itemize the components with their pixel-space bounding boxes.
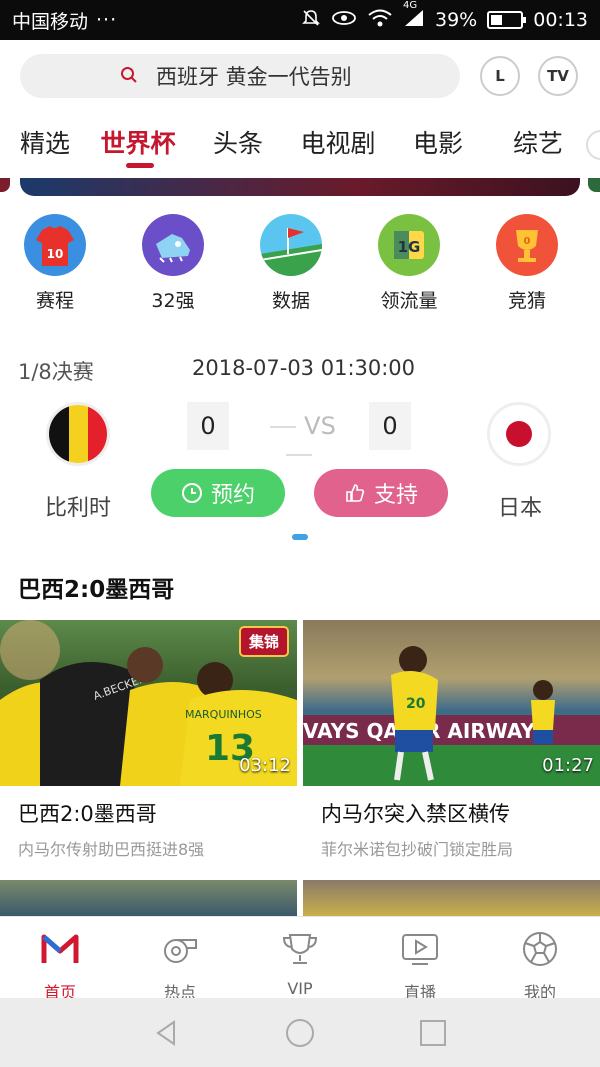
- wifi-icon: [367, 8, 393, 33]
- quick-link-guess[interactable]: 0 竞猜: [477, 214, 577, 313]
- japan-flag-icon: [487, 402, 551, 466]
- nav-vip[interactable]: VIP: [240, 917, 360, 998]
- match-card: 1/8决赛 2018-07-03 01:30:00 0 VS 0 比利时 预约 …: [0, 352, 600, 532]
- status-bar: 中国移动 ··· 4G 39% 00:13: [0, 0, 600, 40]
- tv-icon: TV: [547, 67, 569, 85]
- quick-link-label: 赛程: [35, 290, 74, 312]
- video-subtitle: 菲尔米诺包抄破门锁定胜局: [321, 840, 514, 859]
- tab-worldcup[interactable]: 世界杯: [88, 118, 188, 170]
- quick-link-schedule[interactable]: 10 赛程: [5, 214, 105, 313]
- football-icon: [523, 932, 557, 966]
- tab-variety[interactable]: 综艺: [488, 118, 588, 170]
- channel-tabs: 精选 世界杯 头条 电视剧 电影 综艺: [0, 118, 600, 170]
- history-button[interactable]: L: [480, 56, 520, 96]
- bottom-nav: 首页 热点 VIP 直播 我的: [0, 916, 600, 1002]
- home-circle-icon[interactable]: [285, 1018, 315, 1048]
- video-thumbnail: VAYS QATAR AIRWAYS 20 01:27: [303, 620, 600, 786]
- network-type: 4G: [403, 0, 418, 11]
- svg-text:1G: 1G: [398, 238, 421, 256]
- search-query: 西班牙 黄金一代告别: [156, 65, 352, 89]
- home-score: 0: [187, 402, 229, 450]
- search-icon: [121, 67, 137, 83]
- match-stage: 1/8决赛: [18, 360, 94, 384]
- video-subtitle: 内马尔传射助巴西挺进8强: [18, 840, 205, 859]
- svg-text:0: 0: [524, 236, 531, 247]
- video-duration: 03:12: [239, 755, 291, 776]
- belgium-flag-icon: [46, 402, 110, 466]
- highlight-badge: 集锦: [238, 626, 289, 657]
- battery-percent: 39%: [435, 9, 478, 31]
- video-card-peek[interactable]: [0, 880, 297, 916]
- mute-icon: [301, 8, 321, 33]
- whistle-icon: [164, 939, 197, 963]
- home-m-icon: [41, 934, 79, 963]
- nav-live[interactable]: 直播: [360, 917, 480, 1002]
- clock-history-icon: L: [495, 67, 505, 85]
- signal-icon: 4G: [403, 0, 425, 33]
- away-score: 0: [369, 402, 411, 450]
- away-team-name: 日本: [498, 496, 543, 521]
- quick-links: 10 赛程 32强 数据 1G 领流量 0 竞猜: [0, 214, 600, 324]
- clock-icon: [181, 483, 202, 503]
- section-title: 巴西2:0墨西哥: [18, 577, 175, 603]
- support-label: 支持: [373, 483, 418, 508]
- pitch-icon: [260, 214, 322, 276]
- video-card[interactable]: VAYS QATAR AIRWAYS 20 01:27 内马尔突入禁区横传 菲尔…: [303, 620, 600, 860]
- banner-carousel[interactable]: [20, 178, 580, 196]
- trophy-icon: 0: [496, 214, 558, 276]
- banner-next[interactable]: [588, 178, 600, 192]
- home-team-name: 比利时: [45, 496, 112, 521]
- back-icon[interactable]: [152, 1018, 182, 1048]
- nav-home[interactable]: 首页: [0, 917, 120, 1002]
- tab-tvseries[interactable]: 电视剧: [288, 118, 388, 170]
- svg-text:10: 10: [47, 247, 64, 261]
- more-notifications-icon: ···: [96, 9, 118, 31]
- boot-icon: [142, 214, 204, 276]
- nav-label: VIP: [287, 979, 313, 998]
- tv-cast-button[interactable]: TV: [538, 56, 578, 96]
- support-button[interactable]: 支持: [314, 469, 448, 517]
- nav-profile[interactable]: 我的: [480, 917, 600, 1002]
- nav-hot[interactable]: 热点: [120, 917, 240, 1002]
- tab-toutiao[interactable]: 头条: [188, 118, 288, 170]
- tab-jingxuan[interactable]: 精选: [0, 118, 88, 170]
- svg-text:20: 20: [406, 696, 426, 712]
- quick-link-label: 竞猜: [507, 290, 546, 312]
- video-card-peek[interactable]: [303, 880, 600, 916]
- recents-icon[interactable]: [418, 1018, 448, 1048]
- jersey-icon: 10: [24, 214, 86, 276]
- quick-link-label: 数据: [271, 290, 310, 312]
- tab-movies[interactable]: 电影: [388, 118, 488, 170]
- carousel-indicator: [292, 534, 308, 540]
- carrier-name: 中国移动: [12, 10, 89, 33]
- search-input[interactable]: 西班牙 黄金一代告别: [20, 54, 460, 98]
- quick-link-top32[interactable]: 32强: [123, 214, 223, 313]
- thumbs-up-icon: [346, 484, 365, 502]
- quick-link-free-data[interactable]: 1G 领流量: [359, 214, 459, 313]
- video-title: 巴西2:0墨西哥: [18, 802, 157, 826]
- svg-text:MARQUINHOS: MARQUINHOS: [185, 708, 262, 721]
- search-row: 西班牙 黄金一代告别 L TV: [0, 48, 600, 108]
- banner-prev[interactable]: [0, 178, 10, 192]
- quick-link-label: 领流量: [380, 290, 438, 312]
- quick-link-stats[interactable]: 数据: [241, 214, 341, 313]
- clock: 00:13: [533, 9, 588, 31]
- quick-link-label: 32强: [151, 290, 195, 312]
- reserve-button[interactable]: 预约: [151, 469, 285, 517]
- reserve-label: 预约: [210, 483, 255, 508]
- system-nav-bar: [0, 998, 600, 1067]
- eye-comfort-icon: [331, 8, 357, 33]
- vs-label: VS: [243, 412, 355, 468]
- video-duration: 01:27: [542, 755, 594, 776]
- data-1g-icon: 1G: [378, 214, 440, 276]
- battery-icon: [487, 11, 527, 29]
- match-datetime: 2018-07-03 01:30:00: [192, 356, 416, 380]
- vip-trophy-icon: [282, 934, 318, 964]
- video-title: 内马尔突入禁区横传: [321, 802, 510, 826]
- tv-play-icon: [402, 934, 438, 965]
- video-card[interactable]: A.BECKER MARQUINHOS 13 集锦 03:12 巴西2:0墨西哥…: [0, 620, 297, 860]
- video-thumbnail: A.BECKER MARQUINHOS 13 集锦 03:12: [0, 620, 297, 786]
